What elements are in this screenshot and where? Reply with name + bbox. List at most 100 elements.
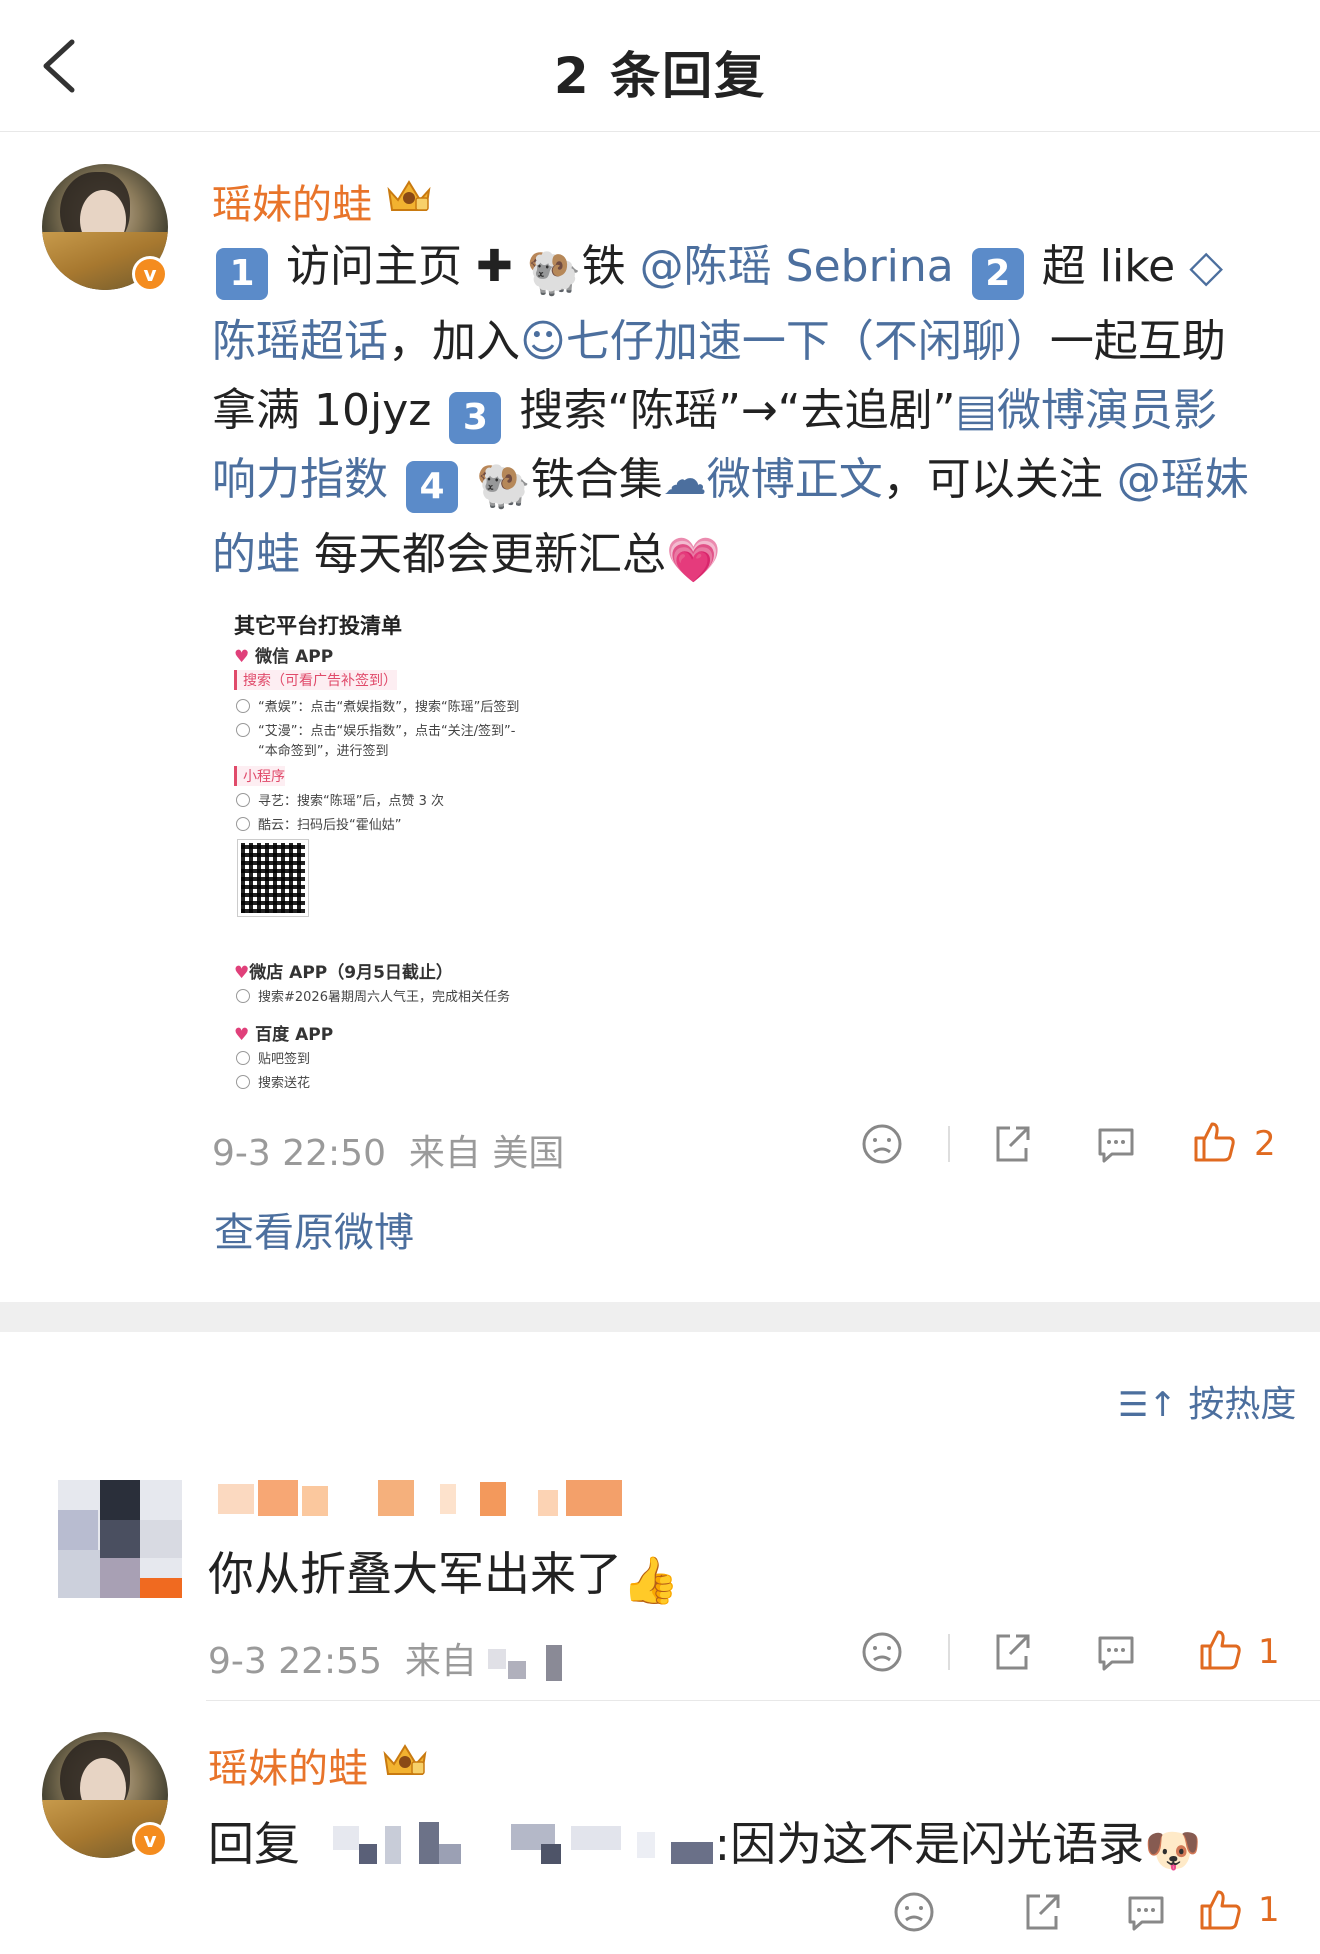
view-original-link[interactable]: 查看原微博 bbox=[214, 1200, 414, 1258]
timestamp: 9-3 22:50 bbox=[212, 1133, 386, 1174]
list-icon: ▤ bbox=[955, 385, 997, 436]
plus-icon: ✚ bbox=[476, 241, 513, 292]
location: 来自 bbox=[404, 1641, 477, 1682]
blurred-username bbox=[315, 1822, 715, 1866]
thumbs-up-icon[interactable] bbox=[1196, 1886, 1244, 1934]
comment-body: :因为这不是闪光语录 bbox=[714, 1817, 1145, 1871]
sheep-emoji-icon: 🐏 bbox=[476, 460, 531, 511]
crown-icon bbox=[387, 180, 431, 211]
image-row: “艾漫”：点击“娱乐指数”，点击“关注/签到”- bbox=[236, 720, 515, 739]
image-row: 搜索送花 bbox=[236, 1072, 310, 1091]
image-section: ♥ 百度 APP bbox=[234, 1020, 333, 1045]
heart-icon: ♥ bbox=[234, 1025, 250, 1045]
row-text: 贴吧签到 bbox=[258, 1052, 311, 1067]
divider bbox=[948, 1126, 950, 1162]
image-row: “本命签到”，进行签到 bbox=[258, 744, 389, 759]
image-row: “煮娱”：点击“煮娱指数”，搜索“陈瑶”后签到 bbox=[236, 696, 519, 715]
section-label: 微信 APP bbox=[255, 647, 334, 667]
row-text: 酷云：扫码后投“霍仙姑” bbox=[258, 818, 402, 833]
divider bbox=[948, 1634, 950, 1670]
image-row: 寻艺：搜索“陈瑶”后，点赞 3 次 bbox=[236, 790, 444, 809]
number-3-badge: 3 bbox=[449, 392, 502, 444]
post-meta: 9-3 22:50 来自 美国 bbox=[212, 1124, 564, 1176]
sort-icon: ☰↑ bbox=[1118, 1385, 1177, 1425]
group-icon: ☺ bbox=[520, 316, 566, 367]
share-icon[interactable] bbox=[988, 1628, 1036, 1676]
row-text: 寻艺：搜索“陈瑶”后，点赞 3 次 bbox=[258, 794, 445, 809]
share-icon[interactable] bbox=[988, 1120, 1036, 1168]
comment-author-name[interactable]: 瑶妹的蛙 bbox=[208, 1736, 368, 1794]
like-count: 1 bbox=[1258, 1890, 1280, 1930]
text-segment: 访问主页 bbox=[286, 241, 462, 292]
verified-badge-icon: v bbox=[132, 256, 168, 292]
text-segment: 铁合集 bbox=[530, 454, 663, 505]
like-count: 1 bbox=[1258, 1632, 1280, 1672]
row-text: “艾漫”：点击“娱乐指数”，点击“关注/签到”- bbox=[258, 724, 516, 739]
cloud-icon: ☁ bbox=[662, 454, 707, 505]
text-segment: 每天都会更新汇总 bbox=[314, 529, 666, 580]
dislike-face-icon[interactable] bbox=[858, 1120, 906, 1168]
post-image[interactable]: 其它平台打投清单 ♥ 微信 APP 搜索（可看广告补签到） “煮娱”：点击“煮娱… bbox=[212, 600, 592, 1092]
comment-author-name[interactable] bbox=[218, 1480, 638, 1522]
row-text: 搜索#2026暑期周六人气王，完成相关任务 bbox=[258, 990, 510, 1005]
section-divider bbox=[0, 1302, 1320, 1332]
thumbs-up-icon[interactable] bbox=[1190, 1118, 1238, 1166]
thumbs-up-icon[interactable] bbox=[1196, 1626, 1244, 1674]
row-text: “煮娱”：点击“煮娱指数”，搜索“陈瑶”后签到 bbox=[258, 700, 520, 715]
comment-body: 你从折叠大军出来了 bbox=[208, 1547, 622, 1601]
comment-text: 回复 :因为这不是闪光语录🐶 bbox=[208, 1808, 1201, 1878]
crown-icon bbox=[383, 1744, 427, 1775]
blurred-location bbox=[488, 1645, 568, 1681]
comment-icon[interactable] bbox=[1122, 1888, 1170, 1936]
divider bbox=[206, 1700, 1320, 1701]
timestamp: 9-3 22:55 bbox=[208, 1641, 382, 1682]
number-4-badge: 4 bbox=[406, 461, 458, 513]
post-text: 1 访问主页 ✚ 🐏铁 @陈瑶 Sebrina 2 超 like ◇陈瑶超话，加… bbox=[212, 232, 1252, 595]
supertopic-link[interactable]: 陈瑶超话 bbox=[212, 316, 388, 367]
image-section: ♥微店 APP（9月5日截止） bbox=[234, 958, 453, 983]
sort-button[interactable]: ☰↑ 按热度 bbox=[1118, 1375, 1296, 1427]
image-section: ♥ 微信 APP bbox=[234, 642, 333, 667]
doge-emoji-icon: 🐶 bbox=[1144, 1823, 1202, 1877]
text-segment: ，可以关注 bbox=[882, 454, 1103, 505]
post-author-name[interactable]: 瑶妹的蛙 bbox=[212, 172, 372, 230]
comment-icon[interactable] bbox=[1092, 1120, 1140, 1168]
supertopic-icon: ◇ bbox=[1189, 241, 1224, 292]
image-row: 搜索#2026暑期周六人气王，完成相关任务 bbox=[236, 986, 510, 1005]
group-link[interactable]: 七仔加速一下（不闲聊） bbox=[566, 316, 1050, 367]
image-title: 其它平台打投清单 bbox=[234, 614, 402, 638]
thumbs-up-emoji-icon: 👍 bbox=[622, 1553, 680, 1607]
comment-icon[interactable] bbox=[1092, 1628, 1140, 1676]
sheep-emoji-icon: 🐏 bbox=[526, 247, 582, 298]
share-icon[interactable] bbox=[1018, 1888, 1066, 1936]
image-row: 贴吧签到 bbox=[236, 1048, 310, 1067]
image-tag: 小程序 bbox=[234, 766, 285, 786]
comment-text: 你从折叠大军出来了👍 bbox=[208, 1538, 679, 1608]
text-segment: ，加入 bbox=[388, 316, 520, 367]
number-1-badge: 1 bbox=[216, 248, 268, 300]
sort-label: 按热度 bbox=[1188, 1384, 1297, 1425]
image-row: 酷云：扫码后投“霍仙姑” bbox=[236, 814, 401, 833]
weibo-article-link[interactable]: 微博正文 bbox=[707, 454, 883, 505]
dislike-face-icon[interactable] bbox=[890, 1888, 938, 1936]
verified-badge-icon: v bbox=[132, 1822, 168, 1858]
text-segment: 铁 bbox=[581, 241, 626, 292]
dislike-face-icon[interactable] bbox=[858, 1628, 906, 1676]
avatar[interactable] bbox=[58, 1480, 182, 1598]
section-label: 百度 APP bbox=[255, 1025, 334, 1045]
comment-meta: 9-3 22:55 来自 bbox=[208, 1632, 568, 1684]
heart-emoji-icon: 💗 bbox=[666, 535, 721, 586]
like-count: 2 bbox=[1254, 1124, 1276, 1164]
heart-icon: ♥ bbox=[234, 963, 250, 983]
text-segment: 搜索“陈瑶”→“去追剧” bbox=[519, 385, 956, 436]
page-title: 2 条回复 bbox=[553, 47, 767, 105]
row-text: 搜索送花 bbox=[258, 1076, 311, 1091]
reply-prefix: 回复 bbox=[208, 1817, 300, 1871]
top-bar: 2 条回复 bbox=[0, 0, 1320, 132]
qr-code-icon bbox=[237, 839, 309, 917]
text-segment: 超 like bbox=[1041, 241, 1176, 292]
image-tag: 搜索（可看广告补签到） bbox=[234, 670, 397, 690]
number-2-badge: 2 bbox=[971, 248, 1024, 300]
mention-link[interactable]: @陈瑶 Sebrina bbox=[640, 241, 954, 292]
location: 来自 美国 bbox=[408, 1133, 565, 1174]
